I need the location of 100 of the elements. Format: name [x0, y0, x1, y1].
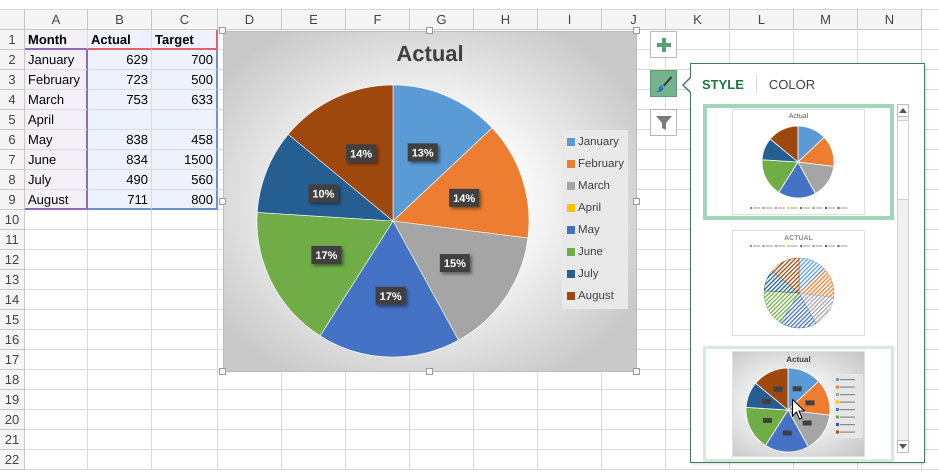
data-label: 13%: [412, 147, 434, 160]
row-header[interactable]: 16: [0, 330, 25, 350]
resize-handle[interactable]: [633, 368, 640, 375]
data-label: 15%: [440, 254, 470, 272]
column-header[interactable]: N: [858, 10, 922, 30]
paintbrush-icon: [654, 74, 672, 92]
column-header[interactable]: C: [152, 10, 218, 30]
panel-tab[interactable]: COLOR: [768, 76, 828, 92]
resize-handle[interactable]: [426, 27, 433, 34]
panel-tab[interactable]: STYLE: [702, 76, 756, 92]
plus-icon: [656, 36, 672, 52]
legend-label: May: [578, 224, 600, 236]
row-header[interactable]: 10: [0, 210, 25, 230]
table-cell: 490: [88, 170, 152, 190]
row-header[interactable]: 20: [0, 410, 25, 430]
row-header[interactable]: 22: [0, 450, 25, 470]
row-header[interactable]: 1: [0, 30, 25, 50]
table-cell: June: [25, 150, 88, 170]
table-cell: 560: [152, 170, 218, 190]
table-cell: May: [25, 130, 88, 150]
row-header[interactable]: 8: [0, 170, 25, 190]
data-label: 17%: [376, 286, 406, 305]
table-cell: Month: [25, 30, 88, 50]
resize-handle[interactable]: [633, 27, 640, 34]
filter-icon: [654, 114, 672, 132]
resize-handle[interactable]: [426, 368, 433, 375]
data-label: 17%: [315, 250, 338, 262]
row-header[interactable]: 12: [0, 250, 25, 270]
row-header[interactable]: 9: [0, 190, 25, 210]
scroll-down-button[interactable]: [897, 440, 909, 453]
scroll-thumb[interactable]: [898, 120, 908, 200]
legend-label: June: [578, 246, 603, 258]
row-header[interactable]: 13: [0, 270, 25, 290]
row-header[interactable]: 11: [0, 230, 25, 250]
column-header[interactable]: A: [25, 10, 88, 30]
data-label: 17%: [380, 290, 402, 303]
chart-styles-button[interactable]: [650, 70, 677, 97]
row-header[interactable]: 3: [0, 70, 25, 90]
table-cell: 700: [152, 50, 218, 70]
column-header[interactable]: K: [666, 10, 730, 30]
table-cell: 633: [152, 90, 218, 110]
row-header[interactable]: 18: [0, 370, 25, 390]
table-cell: [152, 110, 218, 130]
table-cell: 800: [152, 190, 218, 210]
resize-handle[interactable]: [219, 27, 226, 34]
column-header[interactable]: F: [346, 10, 410, 30]
chart-style-option[interactable]: Actual: [703, 346, 894, 462]
column-header[interactable]: H: [474, 10, 538, 30]
column-header[interactable]: E: [282, 10, 346, 30]
table-cell: 1500: [152, 150, 218, 170]
row-header[interactable]: 17: [0, 350, 25, 370]
table-cell: February: [25, 70, 88, 90]
select-all-button[interactable]: [0, 10, 25, 30]
data-label: 17%: [311, 246, 342, 264]
table-cell: 753: [88, 90, 152, 110]
data-label: 14%: [453, 192, 476, 205]
row-header[interactable]: 19: [0, 390, 25, 410]
data-label: 10%: [312, 188, 335, 200]
table-cell: 500: [152, 70, 218, 90]
column-header[interactable]: J: [602, 10, 666, 30]
row-header[interactable]: 7: [0, 150, 25, 170]
table-cell: Target: [152, 30, 218, 50]
table-cell: April: [25, 110, 88, 130]
column-header[interactable]: B: [88, 10, 152, 30]
row-header[interactable]: 6: [0, 130, 25, 150]
row-header[interactable]: 2: [0, 50, 25, 70]
data-label: 15%: [444, 258, 466, 270]
column-header[interactable]: G: [410, 10, 474, 30]
mouse-pointer-icon: [792, 399, 805, 420]
thumbnail-title: Actual: [786, 355, 811, 364]
caret-down-icon: [899, 444, 907, 449]
column-header[interactable]: M: [794, 10, 858, 30]
chart-filters-button[interactable]: [650, 109, 677, 136]
table-cell: Actual: [88, 30, 152, 50]
row-header[interactable]: 14: [0, 290, 25, 310]
legend-label: August: [578, 290, 614, 302]
row-header[interactable]: 4: [0, 90, 25, 110]
table-cell: 723: [88, 70, 152, 90]
chart-elements-button[interactable]: [650, 31, 677, 58]
row-header[interactable]: 15: [0, 310, 25, 330]
caret-up-icon: [899, 108, 907, 113]
column-header[interactable]: D: [218, 10, 282, 30]
legend-label: April: [578, 202, 602, 214]
resize-handle[interactable]: [219, 368, 226, 375]
legend-label: January: [578, 136, 619, 148]
resize-handle[interactable]: [219, 198, 226, 204]
row-header[interactable]: 5: [0, 110, 25, 130]
table-cell: July: [25, 170, 88, 190]
legend-label: July: [578, 268, 598, 280]
column-header[interactable]: L: [730, 10, 794, 30]
legend-label: March: [578, 180, 610, 192]
data-label: 14%: [350, 148, 372, 160]
row-header[interactable]: 21: [0, 430, 25, 450]
data-label: 13%: [408, 143, 438, 162]
table-cell: 838: [88, 130, 152, 150]
column-header[interactable]: I: [538, 10, 602, 30]
resize-handle[interactable]: [633, 198, 640, 204]
table-cell: March: [25, 90, 88, 110]
table-cell: [88, 110, 152, 130]
scroll-up-button[interactable]: [897, 104, 909, 117]
